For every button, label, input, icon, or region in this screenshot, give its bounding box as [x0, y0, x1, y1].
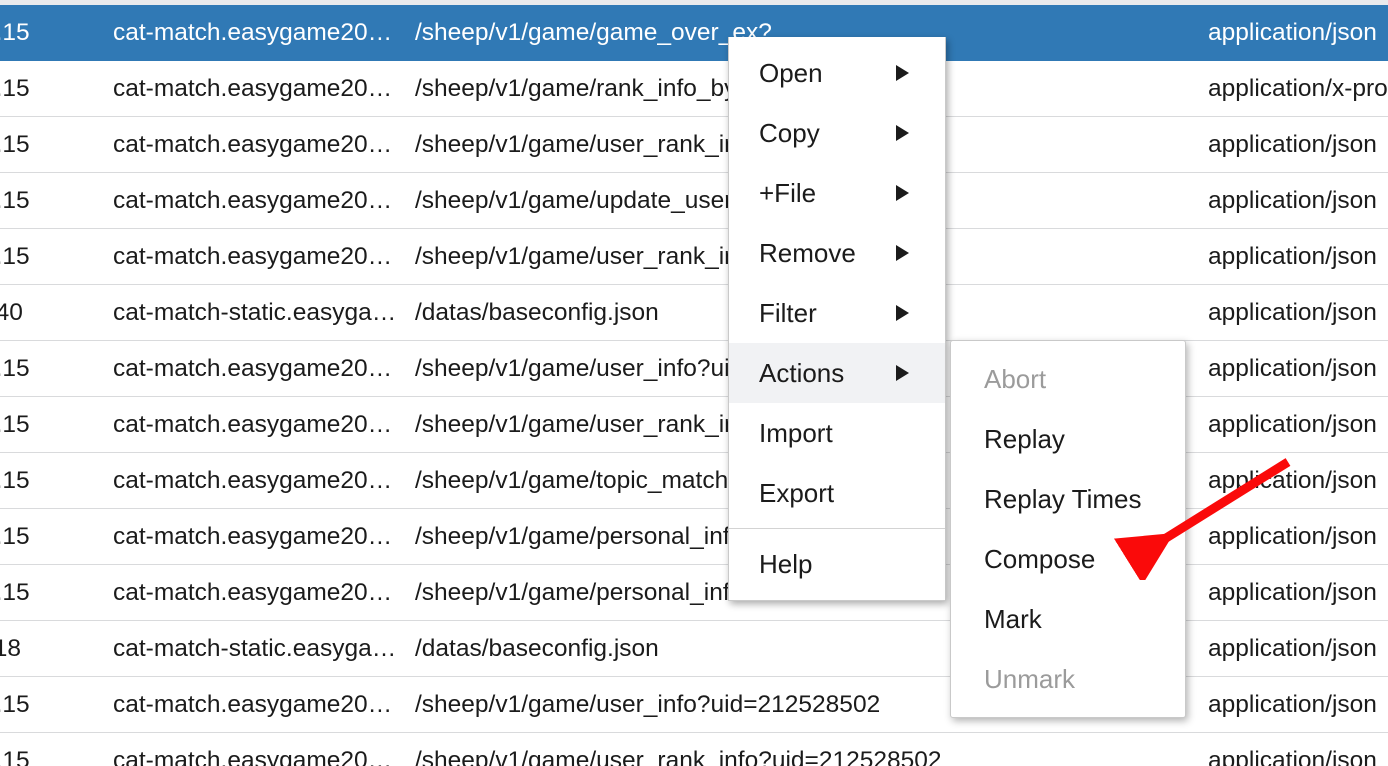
cell-content-type: application/json	[1208, 579, 1377, 606]
cell-size: 9.15	[0, 691, 30, 718]
submenu-item-label: Abort	[984, 364, 1047, 394]
cell-content-type: application/json	[1208, 187, 1377, 214]
cell-size: 9.15	[0, 467, 30, 494]
menu-item-import[interactable]: Import	[729, 403, 945, 463]
cell-content-type: application/json	[1208, 243, 1377, 270]
cell-size: 9.15	[0, 187, 30, 214]
table-row[interactable]: 9.15cat-match.easygame20…/sheep/v1/game/…	[0, 229, 1388, 285]
cell-url: /sheep/v1/game/user_rank_info?uid=212528…	[415, 747, 942, 766]
cell-host: cat-match.easygame20…	[113, 75, 393, 102]
cell-host: cat-match.easygame20…	[113, 187, 393, 214]
cell-size: 9.15	[0, 131, 30, 158]
cell-host: cat-match.easygame20…	[113, 355, 393, 382]
cell-size: 9.15	[0, 19, 30, 46]
submenu-item-label: Replay	[984, 424, 1065, 454]
menu-item-help[interactable]: Help	[729, 534, 945, 594]
cell-content-type: application/json	[1208, 19, 1377, 46]
cell-host: cat-match-static.easyga…	[113, 635, 397, 662]
menu-item-label: Filter	[759, 298, 817, 328]
menu-item-open[interactable]: Open	[729, 43, 945, 103]
session-list-screen: 9.15 cat-match.easygame20… /sheep/v1/game/…	[0, 0, 1388, 766]
menu-item-label: Copy	[759, 118, 820, 148]
cell-content-type: application/json	[1208, 523, 1377, 550]
cell-content-type: application/x-pro	[1208, 75, 1388, 102]
cell-size: 9.15	[0, 579, 30, 606]
submenu-item-compose[interactable]: Compose	[951, 529, 1185, 589]
submenu-item-label: Unmark	[984, 664, 1076, 694]
table-row[interactable]: 9.15cat-match.easygame20…/sheep/v1/game/…	[0, 61, 1388, 117]
chevron-right-icon	[896, 305, 909, 321]
cell-host: cat-match.easygame20…	[113, 579, 393, 606]
cell-content-type: application/json	[1208, 299, 1377, 326]
submenu-item-replay[interactable]: Replay	[951, 409, 1185, 469]
cell-content-type: application/json	[1208, 691, 1377, 718]
menu-item-label: Open	[759, 58, 823, 88]
cell-host: cat-match.easygame20…	[113, 243, 393, 270]
submenu-item-label: Compose	[984, 544, 1096, 574]
menu-item-label: Remove	[759, 238, 856, 268]
submenu-item-mark[interactable]: Mark	[951, 589, 1185, 649]
table-row[interactable]: 9.15cat-match.easygame20…/sheep/v1/game/…	[0, 117, 1388, 173]
cell-size: 9.15	[0, 523, 30, 550]
menu-item-copy[interactable]: Copy	[729, 103, 945, 163]
table-row[interactable]: 9.15 cat-match.easygame20… /sheep/v1/game/…	[0, 733, 1388, 766]
menu-item-label: +File	[759, 178, 817, 208]
cell-size: 9.15	[0, 747, 30, 766]
menu-item-actions[interactable]: Actions	[729, 343, 945, 403]
chevron-right-icon	[896, 65, 909, 81]
submenu-item-unmark: Unmark	[951, 649, 1185, 709]
menu-item--file[interactable]: +File	[729, 163, 945, 223]
submenu-item-replay-times[interactable]: Replay Times	[951, 469, 1185, 529]
actions-submenu[interactable]: Abort Replay Replay Times Compose Mark Unmark	[950, 340, 1186, 718]
menu-item-label: Export	[759, 478, 835, 508]
chevron-right-icon	[896, 365, 909, 381]
cell-host: cat-match.easygame20…	[113, 747, 393, 766]
menu-item-remove[interactable]: Remove	[729, 223, 945, 283]
chevron-right-icon	[896, 125, 909, 141]
cell-size: 118	[0, 635, 22, 662]
submenu-item-label: Mark	[984, 604, 1042, 634]
context-menu[interactable]: Open Copy +File Remove Filter Actions Import Ex…	[728, 37, 946, 601]
menu-item-label: Import	[759, 418, 833, 448]
table-row[interactable]: 9.15cat-match.easygame20…/sheep/v1/game/…	[0, 5, 1388, 61]
cell-content-type: application/json	[1208, 131, 1377, 158]
cell-host: cat-match.easygame20…	[113, 467, 393, 494]
menu-item-export[interactable]: Export	[729, 463, 945, 523]
cell-content-type: application/json	[1208, 747, 1377, 766]
menu-item-label: Help	[759, 549, 813, 579]
menu-separator	[729, 528, 945, 529]
table-row[interactable]: 9.15cat-match.easygame20…/sheep/v1/game/…	[0, 173, 1388, 229]
chevron-right-icon	[896, 245, 909, 261]
cell-host: cat-match-static.easyga…	[113, 299, 397, 326]
cell-host: cat-match.easygame20…	[113, 411, 393, 438]
cell-size: 9.15	[0, 75, 30, 102]
cell-content-type: application/json	[1208, 355, 1377, 382]
cell-host: cat-match.easygame20…	[113, 691, 393, 718]
cell-size: 9.15	[0, 243, 30, 270]
cell-content-type: application/json	[1208, 467, 1377, 494]
cell-content-type: application/json	[1208, 411, 1377, 438]
table-row[interactable]: 140cat-match-static.easyga…/datas/baseco…	[0, 285, 1388, 341]
cell-host: cat-match.easygame20…	[113, 131, 393, 158]
cell-host: cat-match.easygame20…	[113, 523, 393, 550]
cell-content-type: application/json	[1208, 635, 1377, 662]
menu-item-label: Actions	[759, 358, 845, 388]
submenu-item-label: Replay Times	[984, 484, 1142, 514]
cell-size: 9.15	[0, 355, 30, 382]
cell-size: 9.15	[0, 411, 30, 438]
cell-host: cat-match.easygame20…	[113, 19, 393, 46]
submenu-item-abort: Abort	[951, 349, 1185, 409]
menu-item-filter[interactable]: Filter	[729, 283, 945, 343]
chevron-right-icon	[896, 185, 909, 201]
cell-size: 140	[0, 299, 23, 326]
